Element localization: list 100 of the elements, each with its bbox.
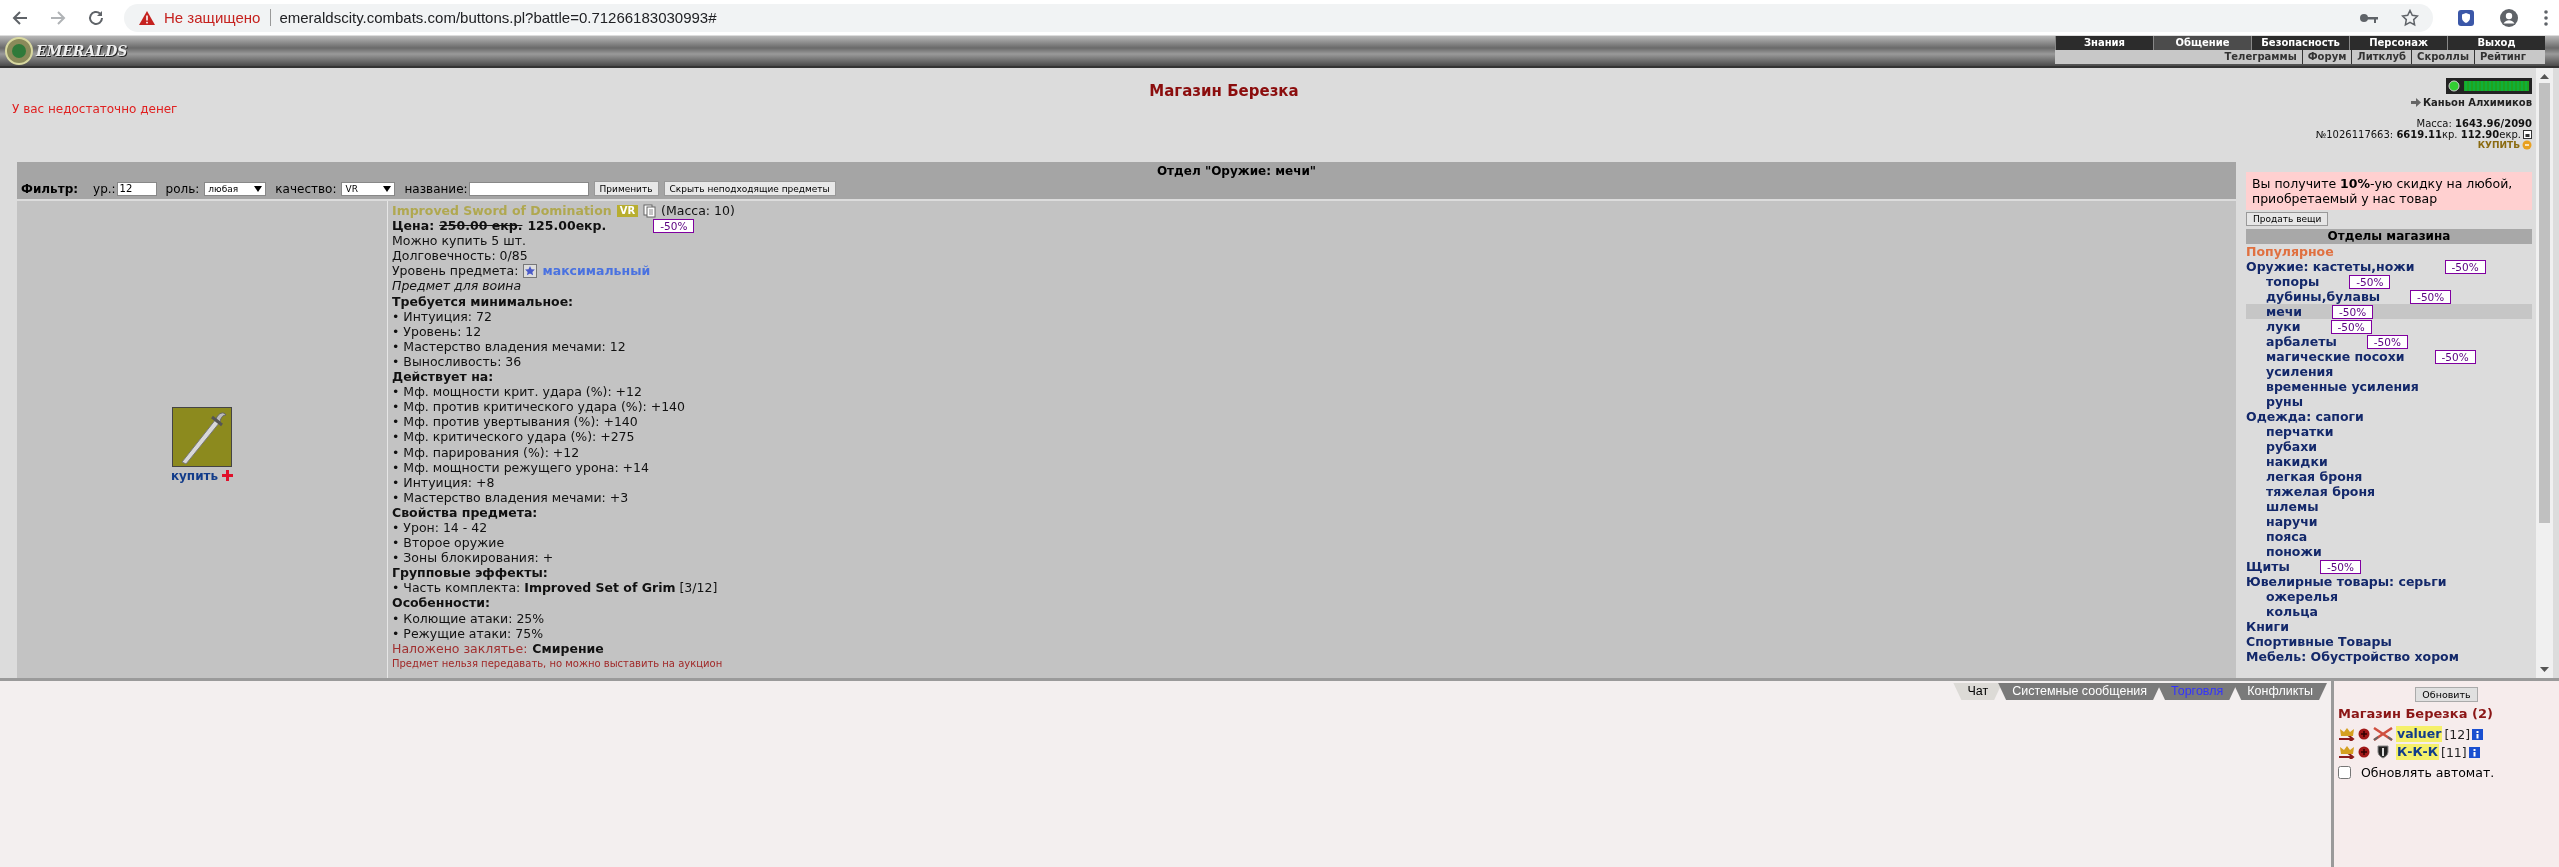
- department-row[interactable]: легкая броня: [2246, 469, 2532, 484]
- detail-text: Предмет для воина: [392, 278, 522, 294]
- menu-icon[interactable]: [2543, 8, 2549, 27]
- user-name[interactable]: К-К-К: [2396, 744, 2440, 760]
- profile-icon[interactable]: [2499, 7, 2519, 28]
- department-row[interactable]: Спортивные Товары: [2246, 634, 2532, 649]
- department-row[interactable]: мечи -50%: [2246, 304, 2532, 319]
- nav-link[interactable]: Телеграммы: [2219, 50, 2302, 64]
- department-row[interactable]: Ювелирные товары: серьги: [2246, 574, 2532, 589]
- apply-button[interactable]: Применить: [593, 181, 659, 196]
- detail-text: • Часть комплекта: Improved Set of Grim [3/12]: [392, 580, 718, 596]
- note-text: Предмет нельзя передавать, но можно выставить на аукцион: [392, 656, 723, 671]
- department-row[interactable]: усиления: [2246, 364, 2532, 379]
- section-heading: Групповые эффекты:: [392, 565, 548, 581]
- account-text: №1026117663: 6619.11кр. 112.90екр.: [2315, 129, 2521, 140]
- detail-text: Можно купить 5 шт.: [392, 233, 526, 249]
- name-label: название:: [404, 181, 468, 196]
- section-heading: Свойства предмета:: [392, 504, 538, 520]
- nav-link[interactable]: Литклуб: [2351, 50, 2412, 64]
- department-row[interactable]: луки -50%: [2246, 319, 2532, 334]
- info-icon[interactable]: [2472, 728, 2484, 740]
- department-row[interactable]: Щиты -50%: [2246, 559, 2532, 574]
- department-row[interactable]: тяжелая броня: [2246, 484, 2532, 499]
- scroll-thumb[interactable]: [2539, 83, 2550, 523]
- caret-icon: [254, 185, 263, 192]
- detail-text: • Мф. мощности режущего урона: +14: [392, 459, 649, 475]
- discount-badge: -50%: [2410, 289, 2452, 304]
- department-row[interactable]: Одежда: сапоги: [2246, 409, 2532, 424]
- scroll-down-icon[interactable]: [2540, 667, 2549, 672]
- detail-text: • Мф. против критического удара (%): +140: [392, 399, 686, 415]
- scroll-up-icon[interactable]: [2540, 74, 2549, 79]
- discount-badge: -50%: [2434, 349, 2476, 364]
- spell-value: Смирение: [532, 640, 604, 656]
- refresh-button[interactable]: Обновить: [2415, 687, 2478, 702]
- detail-text: • Интуиция: +8: [392, 474, 495, 490]
- promo-banner: Вы получите 10%-ую скидку на любой, приобретаемый у нас товар: [2246, 172, 2532, 210]
- department-row[interactable]: Мебель: Обустройство хором: [2246, 649, 2532, 664]
- detail-text: Долговечность: 0/85: [392, 248, 528, 264]
- department-row[interactable]: топоры -50%: [2246, 274, 2532, 289]
- buy-link[interactable]: КУПИТЬ: [2477, 140, 2520, 150]
- role-dropdown[interactable]: любая: [204, 181, 267, 196]
- auto-refresh-checkbox[interactable]: [2338, 766, 2351, 779]
- department-row[interactable]: кольца: [2246, 604, 2532, 619]
- shop-title: Магазин Березка: [1148, 82, 1300, 100]
- department-row[interactable]: магические посохи -50%: [2246, 349, 2532, 364]
- department-row[interactable]: ожерелья: [2246, 589, 2532, 604]
- copy-icon[interactable]: [643, 203, 657, 218]
- user-name[interactable]: valuer: [2396, 726, 2443, 742]
- discount-badge: -50%: [653, 218, 695, 233]
- department-row[interactable]: наручи: [2246, 514, 2532, 529]
- discount-badge: -50%: [2332, 304, 2374, 319]
- name-field[interactable]: [468, 181, 589, 196]
- detail-text: • Режущие атаки: 75%: [392, 625, 544, 641]
- sell-button[interactable]: Продать вещи: [2246, 212, 2329, 226]
- banner-arrow-icon: [2338, 727, 2356, 741]
- address-bar[interactable]: Не защищено emeraldscity.combats.com/buttons.pl?battle=0.71266183030993#: [124, 3, 2433, 32]
- crossed-swords-icon: [2372, 727, 2394, 741]
- department-row[interactable]: Оружие: кастеты,ножи -50%: [2246, 259, 2532, 274]
- sword-icon: [172, 406, 232, 467]
- user-level: [11]: [2441, 744, 2467, 760]
- nav-link[interactable]: Форум: [2301, 50, 2352, 64]
- star-icon[interactable]: [2401, 8, 2419, 27]
- detail-text: • Второе оружие: [392, 535, 505, 551]
- department-row[interactable]: поножи: [2246, 544, 2532, 559]
- warning-icon: [138, 9, 156, 26]
- nav-link[interactable]: Рейтинг: [2473, 50, 2531, 64]
- location-name[interactable]: Каньон Алхимиков: [2422, 97, 2532, 108]
- detail-label: Уровень предмета:: [392, 263, 519, 279]
- chat-tab[interactable]: Конфликты: [2233, 683, 2327, 700]
- section-heading: Особенности:: [392, 595, 491, 611]
- discount-badge: -50%: [2444, 259, 2486, 274]
- level-field[interactable]: 12: [116, 181, 157, 196]
- nav-link[interactable]: Скроллы: [2411, 50, 2474, 64]
- scrollbar[interactable]: [2536, 68, 2553, 678]
- department-row[interactable]: арбалеты -50%: [2246, 334, 2532, 349]
- nav-tab[interactable]: Общение: [2153, 36, 2251, 50]
- hide-button[interactable]: Скрыть неподходящие предметы: [663, 181, 836, 196]
- quality-dropdown[interactable]: VR: [341, 181, 396, 196]
- department-row[interactable]: временные усиления: [2246, 379, 2532, 394]
- department-row[interactable]: перчатки: [2246, 424, 2532, 439]
- department-row[interactable]: дубины,булавы -50%: [2246, 289, 2532, 304]
- buy-link[interactable]: купить: [170, 468, 219, 483]
- department-row[interactable]: шлемы: [2246, 499, 2532, 514]
- orb-icon: [2358, 728, 2370, 740]
- department-row[interactable]: пояса: [2246, 529, 2532, 544]
- level-value: максимальный: [542, 263, 651, 279]
- department-row[interactable]: руны: [2246, 394, 2532, 409]
- quality-label: качество:: [275, 181, 337, 196]
- detail-text: • Мастерство владения мечами: +3: [392, 489, 629, 505]
- department-row[interactable]: рубахи: [2246, 439, 2532, 454]
- section-heading: Требуется минимальное:: [392, 293, 574, 309]
- orb-icon: [2358, 746, 2370, 758]
- department-row[interactable]: Книги: [2246, 619, 2532, 634]
- department-row[interactable]: накидки: [2246, 454, 2532, 469]
- plus-icon[interactable]: [222, 470, 234, 481]
- shield-icon[interactable]: [2457, 8, 2475, 27]
- info-icon[interactable]: [2468, 746, 2480, 758]
- emblem-icon: [4, 37, 34, 65]
- status-meter-icon: [2446, 78, 2532, 94]
- detail-text: • Мф. против увертывания (%): +140: [392, 414, 638, 430]
